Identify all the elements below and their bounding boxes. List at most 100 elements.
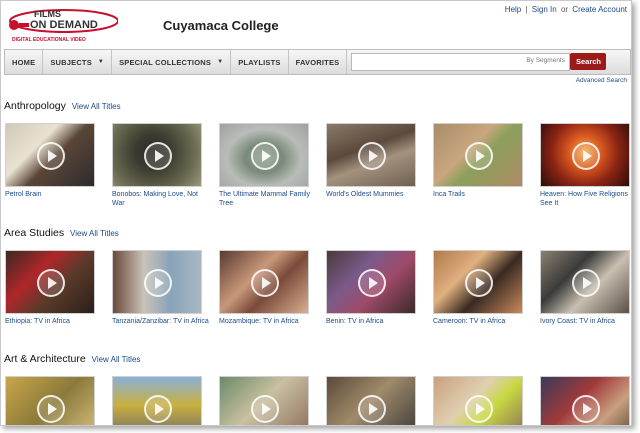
nav-playlists[interactable]: PLAYLISTS xyxy=(231,50,289,74)
video-card[interactable]: World's Oldest Mummies xyxy=(326,123,433,208)
play-icon[interactable] xyxy=(37,395,65,423)
video-card[interactable]: Mozambique: TV in Africa xyxy=(219,250,326,326)
view-all-titles-link[interactable]: View All Titles xyxy=(72,102,121,111)
video-thumbnail[interactable] xyxy=(219,376,309,425)
nav-subjects[interactable]: SUBJECTS ▼ xyxy=(43,50,113,74)
nav-playlists-label: PLAYLISTS xyxy=(238,57,281,67)
play-icon[interactable] xyxy=(358,269,386,297)
nav-subjects-label: SUBJECTS xyxy=(50,57,92,67)
video-title-link[interactable]: Cameroon: TV in Africa xyxy=(433,317,531,326)
search-input[interactable] xyxy=(352,58,498,73)
video-thumbnail[interactable] xyxy=(326,123,416,187)
play-icon[interactable] xyxy=(251,395,279,423)
video-card[interactable]: Ivory Coast: TV in Africa xyxy=(540,250,631,326)
sign-in-link[interactable]: Sign In xyxy=(532,5,557,14)
films-on-demand-logo[interactable]: FILMS ON DEMAND DIGITAL EDUCATIONAL VIDE… xyxy=(6,7,119,43)
video-thumbnail[interactable] xyxy=(112,376,202,425)
video-title-link[interactable]: Ivory Coast: TV in Africa xyxy=(540,317,631,326)
view-all-titles-link[interactable]: View All Titles xyxy=(92,355,141,364)
video-title-link[interactable]: World's Oldest Mummies xyxy=(326,190,424,199)
video-card[interactable] xyxy=(326,376,433,425)
video-title-link[interactable]: Petrol Brain xyxy=(5,190,103,199)
play-icon[interactable] xyxy=(251,269,279,297)
or-text: or xyxy=(560,5,569,14)
video-thumbnail[interactable] xyxy=(5,376,95,425)
nav-favorites[interactable]: FAVORITES xyxy=(289,50,348,74)
video-thumbnail[interactable] xyxy=(540,250,630,314)
section-area-studies-title: Area Studies View All Titles xyxy=(4,227,119,239)
play-icon[interactable] xyxy=(358,395,386,423)
video-thumbnail[interactable] xyxy=(112,123,202,187)
video-title-link[interactable]: Tanzania/Zanzibar: TV in Africa xyxy=(112,317,210,326)
logo-line2: ON DEMAND xyxy=(30,19,98,31)
video-title-link[interactable]: Ethiopia: TV in Africa xyxy=(5,317,103,326)
play-icon[interactable] xyxy=(465,395,493,423)
play-icon[interactable] xyxy=(572,142,600,170)
video-card[interactable] xyxy=(112,376,219,425)
play-icon[interactable] xyxy=(465,269,493,297)
video-title-link[interactable]: Benin: TV in Africa xyxy=(326,317,424,326)
video-card[interactable] xyxy=(540,376,631,425)
play-icon[interactable] xyxy=(251,142,279,170)
play-icon[interactable] xyxy=(144,269,172,297)
section-title-text: Area Studies xyxy=(4,227,65,239)
section-anthropology-title: Anthropology View All Titles xyxy=(4,100,121,112)
help-link[interactable]: Help xyxy=(505,5,521,14)
view-all-titles-link[interactable]: View All Titles xyxy=(70,229,119,238)
video-card[interactable]: Petrol Brain xyxy=(5,123,112,208)
video-thumbnail[interactable] xyxy=(433,376,523,425)
play-icon[interactable] xyxy=(144,395,172,423)
video-card[interactable]: Benin: TV in Africa xyxy=(326,250,433,326)
nav-home[interactable]: HOME xyxy=(5,50,44,74)
play-icon[interactable] xyxy=(358,142,386,170)
video-card[interactable] xyxy=(5,376,112,425)
video-thumbnail[interactable] xyxy=(433,250,523,314)
separator: | xyxy=(525,5,528,14)
account-links: Help | Sign In or Create Account xyxy=(505,5,627,14)
video-title-link[interactable]: Heaven: How Five Religions See It xyxy=(540,190,631,208)
section-title-text: Anthropology xyxy=(4,100,66,112)
video-thumbnail[interactable] xyxy=(540,376,630,425)
advanced-search-link[interactable]: Advanced Search xyxy=(576,77,627,84)
section-art-architecture-title: Art & Architecture View All Titles xyxy=(4,353,140,365)
video-card[interactable] xyxy=(219,376,326,425)
video-title-link[interactable]: The Ultimate Mammal Family Tree xyxy=(219,190,317,208)
video-thumbnail[interactable] xyxy=(5,123,95,187)
video-thumbnail[interactable] xyxy=(219,250,309,314)
video-card[interactable]: Heaven: How Five Religions See It xyxy=(540,123,631,208)
play-icon[interactable] xyxy=(144,142,172,170)
logo-tagline: DIGITAL EDUCATIONAL VIDEO xyxy=(12,37,86,43)
search-button[interactable]: Search xyxy=(570,53,606,70)
video-thumbnail[interactable] xyxy=(5,250,95,314)
video-thumbnail[interactable] xyxy=(219,123,309,187)
play-icon[interactable] xyxy=(465,142,493,170)
create-account-link[interactable]: Create Account xyxy=(572,5,627,14)
nav-home-label: HOME xyxy=(12,57,36,67)
video-card[interactable]: Inca Trails xyxy=(433,123,540,208)
video-thumbnail[interactable] xyxy=(433,123,523,187)
video-card[interactable]: The Ultimate Mammal Family Tree xyxy=(219,123,326,208)
nav-favorites-label: FAVORITES xyxy=(295,57,340,67)
play-icon[interactable] xyxy=(572,269,600,297)
play-icon[interactable] xyxy=(37,142,65,170)
video-card[interactable]: Bonobos: Making Love, Not War xyxy=(112,123,219,208)
nav-special-label: SPECIAL COLLECTIONS xyxy=(119,57,212,67)
area-studies-row: Ethiopia: TV in Africa Tanzania/Zanzibar… xyxy=(5,250,631,326)
nav-special-collections[interactable]: SPECIAL COLLECTIONS ▼ xyxy=(112,50,232,74)
play-icon[interactable] xyxy=(37,269,65,297)
video-thumbnail[interactable] xyxy=(112,250,202,314)
video-card[interactable]: Tanzania/Zanzibar: TV in Africa xyxy=(112,250,219,326)
main-nav: HOME SUBJECTS ▼ SPECIAL COLLECTIONS ▼ PLAY… xyxy=(4,49,631,75)
video-title-link[interactable]: Inca Trails xyxy=(433,190,531,199)
video-thumbnail[interactable] xyxy=(326,376,416,425)
play-icon[interactable] xyxy=(572,395,600,423)
video-title-link[interactable]: Bonobos: Making Love, Not War xyxy=(112,190,210,208)
video-thumbnail[interactable] xyxy=(540,123,630,187)
video-card[interactable]: Ethiopia: TV in Africa xyxy=(5,250,112,326)
video-title-link[interactable]: Mozambique: TV in Africa xyxy=(219,317,317,326)
logo-line1: FILMS xyxy=(34,9,61,19)
video-card[interactable] xyxy=(433,376,540,425)
search-scope-select[interactable]: By Segments xyxy=(526,57,565,64)
video-thumbnail[interactable] xyxy=(326,250,416,314)
video-card[interactable]: Cameroon: TV in Africa xyxy=(433,250,540,326)
